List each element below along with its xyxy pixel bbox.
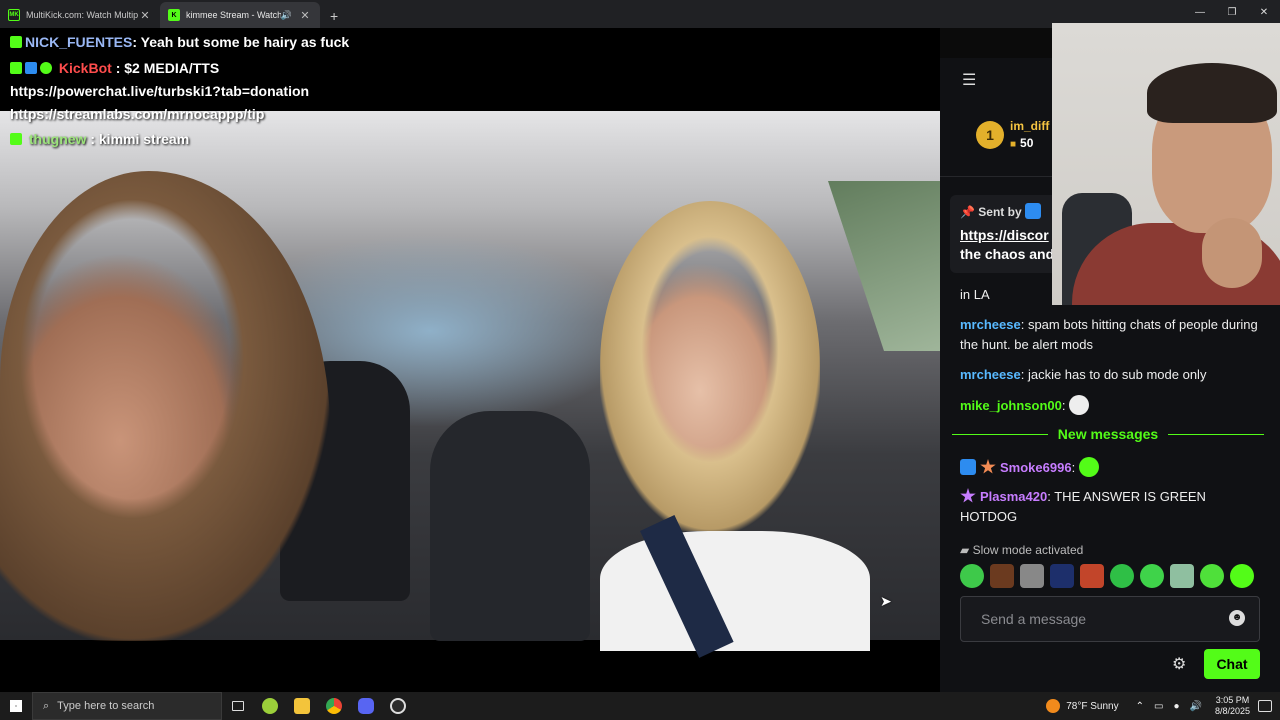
hammer-badge-icon <box>960 459 976 475</box>
overlay-chat-line: https://streamlabs.com/mrnocappp/tip <box>10 106 265 122</box>
webcam-person-hand <box>1202 218 1262 288</box>
verified-badge-icon <box>40 62 52 74</box>
rank-medal-icon: 1 <box>976 120 1004 149</box>
chat-message: mrcheese: jackie has to do sub mode only <box>960 367 1207 382</box>
chat-username[interactable]: mrcheese <box>960 317 1021 332</box>
microphone-icon[interactable]: ● <box>1173 701 1179 712</box>
emote-icon[interactable] <box>1110 564 1134 588</box>
emote-icon[interactable] <box>1140 564 1164 588</box>
file-explorer-icon[interactable] <box>286 692 318 720</box>
obs-icon[interactable] <box>382 692 414 720</box>
tab-title: MultiKick.com: Watch Multiple <box>26 10 138 20</box>
sun-icon <box>1046 699 1061 713</box>
emote-icon[interactable] <box>1200 564 1224 588</box>
green-emote-icon <box>1078 457 1099 477</box>
system-tray: 78°F Sunny ⌃ ▭ ● 🔊 3:05 PM 8/8/2025 <box>1046 692 1280 720</box>
kick-badge-icon <box>10 36 22 48</box>
tab-multikick[interactable]: MK MultiKick.com: Watch Multiple ✕ <box>0 2 160 28</box>
volume-icon[interactable]: 🔊 <box>1190 701 1202 712</box>
chat-message: mike_johnson00: <box>960 395 1265 416</box>
emote-icon[interactable] <box>960 564 984 588</box>
mouse-cursor-icon: ➤ <box>880 593 892 609</box>
kick-badge-icon <box>10 133 22 145</box>
chat-username[interactable]: Smoke6996 <box>1000 460 1072 475</box>
search-icon: ⌕ <box>43 699 50 712</box>
pin-icon: 📌 <box>960 205 975 219</box>
discord-icon[interactable] <box>350 692 382 720</box>
emote-icon[interactable] <box>1170 564 1194 588</box>
emote-icon[interactable] <box>1080 564 1104 588</box>
leaderboard-username: im_diff <box>1010 119 1050 133</box>
collapse-chat-icon[interactable]: ☰ <box>962 70 976 90</box>
emoji-picker-icon[interactable]: ☻ <box>1229 610 1245 626</box>
person-right <box>600 201 820 531</box>
hammer-badge-icon <box>25 62 37 74</box>
chat-message: mrcheese: spam bots hitting chats of peo… <box>960 317 1258 352</box>
screen: MK MultiKick.com: Watch Multiple ✕ K kim… <box>0 0 1280 720</box>
star-badge-icon <box>980 459 996 474</box>
car-window <box>828 181 940 351</box>
chat-username[interactable]: mrcheese <box>960 367 1021 382</box>
chat-settings-icon[interactable]: ⚙ <box>1172 654 1186 674</box>
chat-input[interactable] <box>961 597 1221 641</box>
tab-title: kimmee Stream - Watch Live <box>186 10 281 20</box>
gift-icon: ■ <box>1010 139 1017 150</box>
gift-leaderboard[interactable]: 1 im_diff ■ 50 <box>976 119 1049 150</box>
person-left <box>0 171 330 641</box>
video-player[interactable]: NICK_FUENTES: Yeah but some be hairy as … <box>0 28 940 692</box>
hammer-badge-icon <box>1024 203 1041 219</box>
multikick-favicon-icon: MK <box>8 9 20 21</box>
webcam-person-hair <box>1147 63 1277 123</box>
notification-icon[interactable] <box>1258 700 1272 712</box>
speaker-icon[interactable]: 🔊 <box>281 10 292 21</box>
start-button[interactable] <box>0 692 32 720</box>
chat-username[interactable]: Plasma420 <box>980 489 1047 504</box>
person-shirt <box>600 531 870 651</box>
new-tab-button[interactable]: + <box>320 8 348 28</box>
chat-message: Smoke6996: <box>960 457 1265 478</box>
chat-message: Plasma420: THE ANSWER IS GREEN HOTDOG <box>960 488 1206 524</box>
emote-bar <box>960 564 1254 588</box>
new-messages-divider[interactable]: New messages <box>952 426 1264 442</box>
close-icon[interactable]: ✕ <box>138 9 152 22</box>
kick-badge-icon <box>10 62 22 74</box>
star-badge-icon <box>960 488 976 503</box>
app-icon[interactable] <box>254 692 286 720</box>
taskbar-search[interactable]: ⌕ Type here to search <box>32 692 222 720</box>
slow-mode-notice: ▰ Slow mode activated <box>960 543 1084 557</box>
send-chat-button[interactable]: Chat <box>1204 649 1260 679</box>
chrome-icon[interactable] <box>318 692 350 720</box>
car-seat <box>430 411 590 641</box>
emote-icon[interactable] <box>1050 564 1074 588</box>
webcam-overlay <box>1052 23 1280 305</box>
emote-icon[interactable] <box>990 564 1014 588</box>
chevron-up-icon[interactable]: ⌃ <box>1136 701 1144 712</box>
divider-line <box>1168 433 1264 435</box>
overlay-chat-line: KickBot : $2 MEDIA/TTS <box>10 60 219 76</box>
taskbar-clock[interactable]: 3:05 PM 8/8/2025 <box>1215 695 1250 717</box>
leaderboard-gifts: ■ 50 <box>1010 136 1034 150</box>
chat-input-box[interactable]: ☻ <box>960 596 1260 642</box>
overlay-chat-line: https://powerchat.live/turbski1?tab=dona… <box>10 83 310 99</box>
overlay-chat-line: thugnew : kimmi stream <box>10 131 189 147</box>
chat-username[interactable]: mike_johnson00 <box>960 398 1062 413</box>
new-messages-label: New messages <box>1057 426 1159 442</box>
windows-taskbar: ⌕ Type here to search 78°F Sunny ⌃ ▭ ● 🔊… <box>0 692 1280 720</box>
overlay-chat-line: NICK_FUENTES: Yeah but some be hairy as … <box>10 34 349 50</box>
weather-widget[interactable]: 78°F Sunny <box>1046 699 1119 713</box>
task-view-icon[interactable] <box>222 692 254 720</box>
divider-line <box>952 433 1048 435</box>
slow-mode-icon: ▰ <box>960 543 970 557</box>
emote-icon[interactable] <box>1020 564 1044 588</box>
emote-icon[interactable] <box>1230 564 1254 588</box>
close-icon[interactable]: ✕ <box>298 9 312 22</box>
kick-favicon-icon: K <box>168 9 180 21</box>
windows-logo-icon <box>10 700 22 712</box>
video-frame <box>0 111 940 658</box>
tab-kimmee-stream[interactable]: K kimmee Stream - Watch Live 🔊 ✕ <box>160 2 320 28</box>
skull-emote-icon <box>1069 395 1090 415</box>
network-icon[interactable]: ▭ <box>1154 701 1163 712</box>
